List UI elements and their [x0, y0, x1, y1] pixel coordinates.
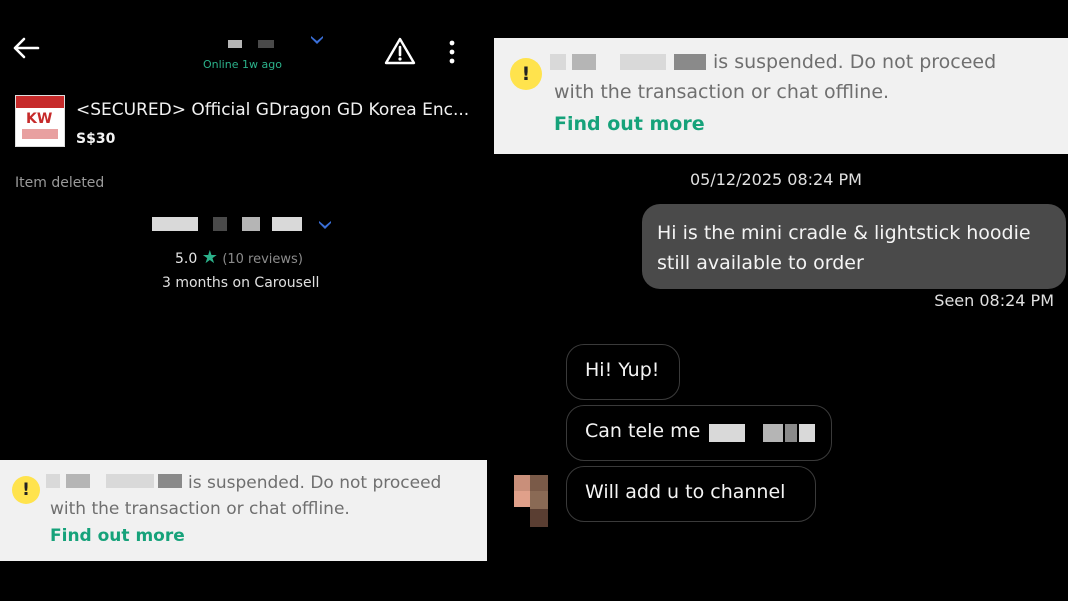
- banner-text-line1: is suspended. Do not proceed: [713, 51, 997, 73]
- avatar[interactable]: [514, 475, 548, 527]
- banner-text-line2: with the transaction or chat offline.: [50, 499, 350, 519]
- incoming-message[interactable]: Will add u to channel: [566, 466, 816, 522]
- seller-rating[interactable]: 5.0 ★ (10 reviews): [175, 247, 303, 268]
- message-text-line1: Hi is the mini cradle & lightstick hoodi…: [657, 222, 1031, 244]
- find-out-more-link[interactable]: Find out more: [50, 526, 185, 546]
- rating-value: 5.0: [175, 251, 198, 267]
- listing-title[interactable]: <SECURED> Official GDragon GD Korea Enc.…: [76, 100, 469, 120]
- suspension-banner: ! is suspended. Do not proceed with the …: [494, 38, 1068, 154]
- listing-status: Item deleted: [15, 175, 105, 191]
- more-vert-icon[interactable]: [444, 38, 460, 66]
- exclamation-icon: !: [12, 476, 40, 504]
- banner-text-line1: is suspended. Do not proceed: [188, 473, 442, 493]
- warning-triangle-icon[interactable]: [384, 36, 416, 66]
- banner-text-line2: with the transaction or chat offline.: [554, 81, 890, 103]
- message-text-line2: still available to order: [657, 252, 864, 274]
- exclamation-icon: !: [510, 58, 542, 90]
- outgoing-message[interactable]: Hi is the mini cradle & lightstick hoodi…: [642, 204, 1066, 289]
- message-text: Can tele me: [585, 420, 701, 442]
- listing-price: S$30: [76, 131, 116, 147]
- review-count[interactable]: (10 reviews): [222, 252, 303, 267]
- seen-receipt: Seen 08:24 PM: [934, 291, 1054, 310]
- online-status: Online 1w ago: [203, 58, 282, 71]
- chat-panel: ! is suspended. Do not proceed with the …: [494, 0, 1068, 601]
- seller-tenure: 3 months on Carousell: [162, 275, 320, 291]
- chat-date-stamp: 05/12/2025 08:24 PM: [690, 170, 862, 189]
- star-icon: ★: [201, 247, 218, 268]
- message-text: Will add u to channel: [585, 481, 786, 503]
- verified-badge-icon: [311, 36, 323, 44]
- listing-thumbnail[interactable]: KW: [15, 95, 65, 147]
- incoming-message[interactable]: Can tele me: [566, 405, 832, 461]
- find-out-more-link[interactable]: Find out more: [554, 113, 705, 135]
- verified-badge-icon: [319, 221, 331, 229]
- listing-chat-panel: Online 1w ago KW <SECURED> Official GDra…: [0, 0, 490, 601]
- arrow-left-icon[interactable]: [10, 32, 42, 64]
- suspension-banner: ! is suspended. Do not proceed with the …: [0, 460, 487, 561]
- incoming-message[interactable]: Hi! Yup!: [566, 344, 680, 400]
- message-text: Hi! Yup!: [585, 359, 660, 381]
